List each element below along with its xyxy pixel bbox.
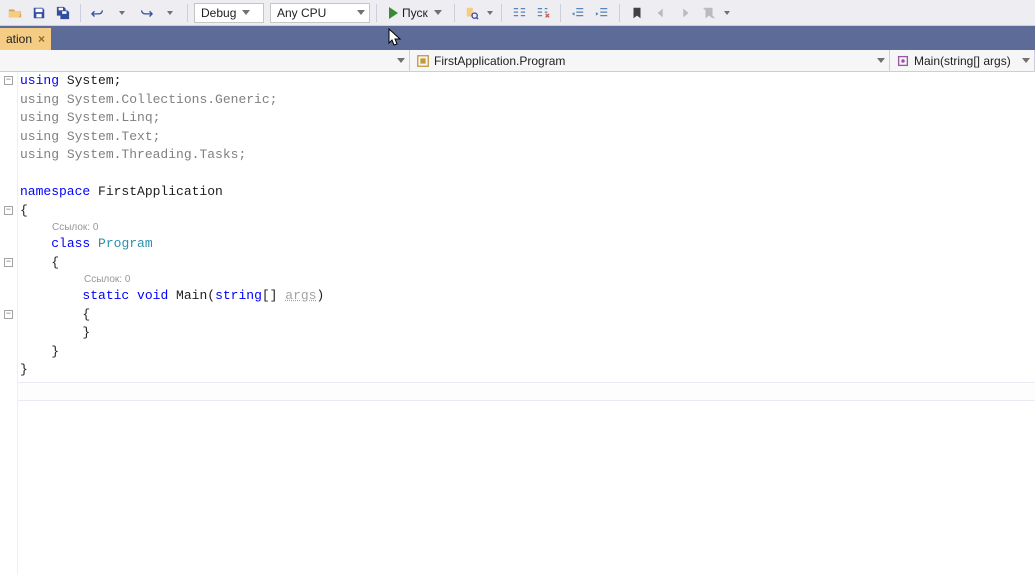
code-text: System;: [59, 73, 121, 88]
separator: [454, 4, 455, 22]
code-text: System.Linq;: [59, 110, 160, 125]
brace: {: [20, 203, 28, 218]
code-text: []: [262, 288, 285, 303]
dropdown-tri-icon[interactable]: [159, 2, 181, 24]
chevron-down-icon: [877, 58, 885, 63]
code-text: ): [317, 288, 325, 303]
brace: {: [51, 255, 59, 270]
separator: [619, 4, 620, 22]
keyword: using: [20, 73, 59, 88]
config-combo-label: Debug: [201, 6, 236, 20]
fold-toggle-icon[interactable]: −: [4, 206, 13, 215]
close-icon[interactable]: ×: [38, 32, 45, 46]
open-icon[interactable]: [4, 2, 26, 24]
prev-bookmark-icon: [650, 2, 672, 24]
keyword: using: [20, 147, 59, 162]
separator: [80, 4, 81, 22]
code-editor[interactable]: − − − − using System; using System.Colle…: [0, 72, 1035, 575]
code-text: Main(: [168, 288, 215, 303]
code-area[interactable]: using System; using System.Collections.G…: [18, 72, 1035, 575]
platform-combo[interactable]: Any CPU: [270, 3, 370, 23]
play-icon: [389, 7, 398, 19]
keyword: static: [82, 288, 129, 303]
member-combo-label: Main(string[] args): [914, 54, 1011, 68]
code-text: System.Text;: [59, 129, 160, 144]
keyword: using: [20, 92, 59, 107]
keyword: class: [51, 236, 90, 251]
codelens[interactable]: Ссылок: 0: [20, 220, 1035, 235]
chevron-down-icon: [357, 10, 365, 15]
main-toolbar: Debug Any CPU Пуск: [0, 0, 1035, 26]
keyword: namespace: [20, 184, 90, 199]
save-icon[interactable]: [28, 2, 50, 24]
codelens[interactable]: Ссылок: 0: [20, 272, 1035, 287]
code-text: FirstApplication: [90, 184, 223, 199]
chevron-down-icon: [242, 10, 250, 15]
chevron-down-icon: [1022, 58, 1030, 63]
code-text: System.Collections.Generic;: [59, 92, 277, 107]
file-tab-label: ation: [6, 32, 32, 46]
class-combo-label: FirstApplication.Program: [434, 54, 565, 68]
next-bookmark-icon: [674, 2, 696, 24]
keyword: using: [20, 110, 59, 125]
brace: {: [82, 307, 90, 322]
keyword: void: [129, 288, 168, 303]
chevron-down-icon: [434, 10, 442, 15]
platform-combo-label: Any CPU: [277, 6, 326, 20]
editor-nav-bar: FirstApplication.Program Main(string[] a…: [0, 50, 1035, 72]
run-button[interactable]: Пуск: [383, 2, 448, 24]
outdent-icon[interactable]: [567, 2, 589, 24]
fold-toggle-icon[interactable]: −: [4, 76, 13, 85]
separator: [560, 4, 561, 22]
comment-icon[interactable]: [508, 2, 530, 24]
class-icon: [416, 54, 430, 68]
file-tab[interactable]: ation ×: [0, 28, 51, 50]
save-all-icon[interactable]: [52, 2, 74, 24]
fold-toggle-icon[interactable]: −: [4, 258, 13, 267]
mouse-cursor-icon: [388, 28, 402, 48]
class-combo[interactable]: FirstApplication.Program: [410, 50, 890, 71]
config-combo[interactable]: Debug: [194, 3, 264, 23]
current-line-highlight: [18, 382, 1035, 401]
editor-gutter: − − − −: [0, 72, 18, 575]
project-scope-combo[interactable]: [0, 50, 410, 71]
brace: }: [82, 325, 90, 340]
chevron-down-icon: [397, 58, 405, 63]
clear-bookmarks-icon: [698, 2, 720, 24]
code-text: System.Threading.Tasks;: [59, 147, 246, 162]
indent-icon[interactable]: [591, 2, 613, 24]
separator: [376, 4, 377, 22]
find-in-files-icon[interactable]: [461, 2, 483, 24]
undo-icon[interactable]: [87, 2, 109, 24]
brace: }: [51, 344, 59, 359]
keyword: using: [20, 129, 59, 144]
dropdown-tri-icon[interactable]: [111, 2, 133, 24]
bookmark-icon[interactable]: [626, 2, 648, 24]
document-tab-well: ation ×: [0, 26, 1035, 50]
dropdown-tri-icon[interactable]: [722, 2, 732, 24]
separator: [501, 4, 502, 22]
keyword: string: [215, 288, 262, 303]
uncomment-icon[interactable]: [532, 2, 554, 24]
member-combo[interactable]: Main(string[] args): [890, 50, 1035, 71]
class-name: Program: [90, 236, 152, 251]
separator: [187, 4, 188, 22]
run-button-label: Пуск: [402, 6, 428, 20]
fold-toggle-icon[interactable]: −: [4, 310, 13, 319]
redo-icon[interactable]: [135, 2, 157, 24]
dropdown-tri-icon[interactable]: [485, 2, 495, 24]
method-icon: [896, 54, 910, 68]
brace: }: [20, 362, 28, 377]
param-name: args: [285, 288, 316, 303]
